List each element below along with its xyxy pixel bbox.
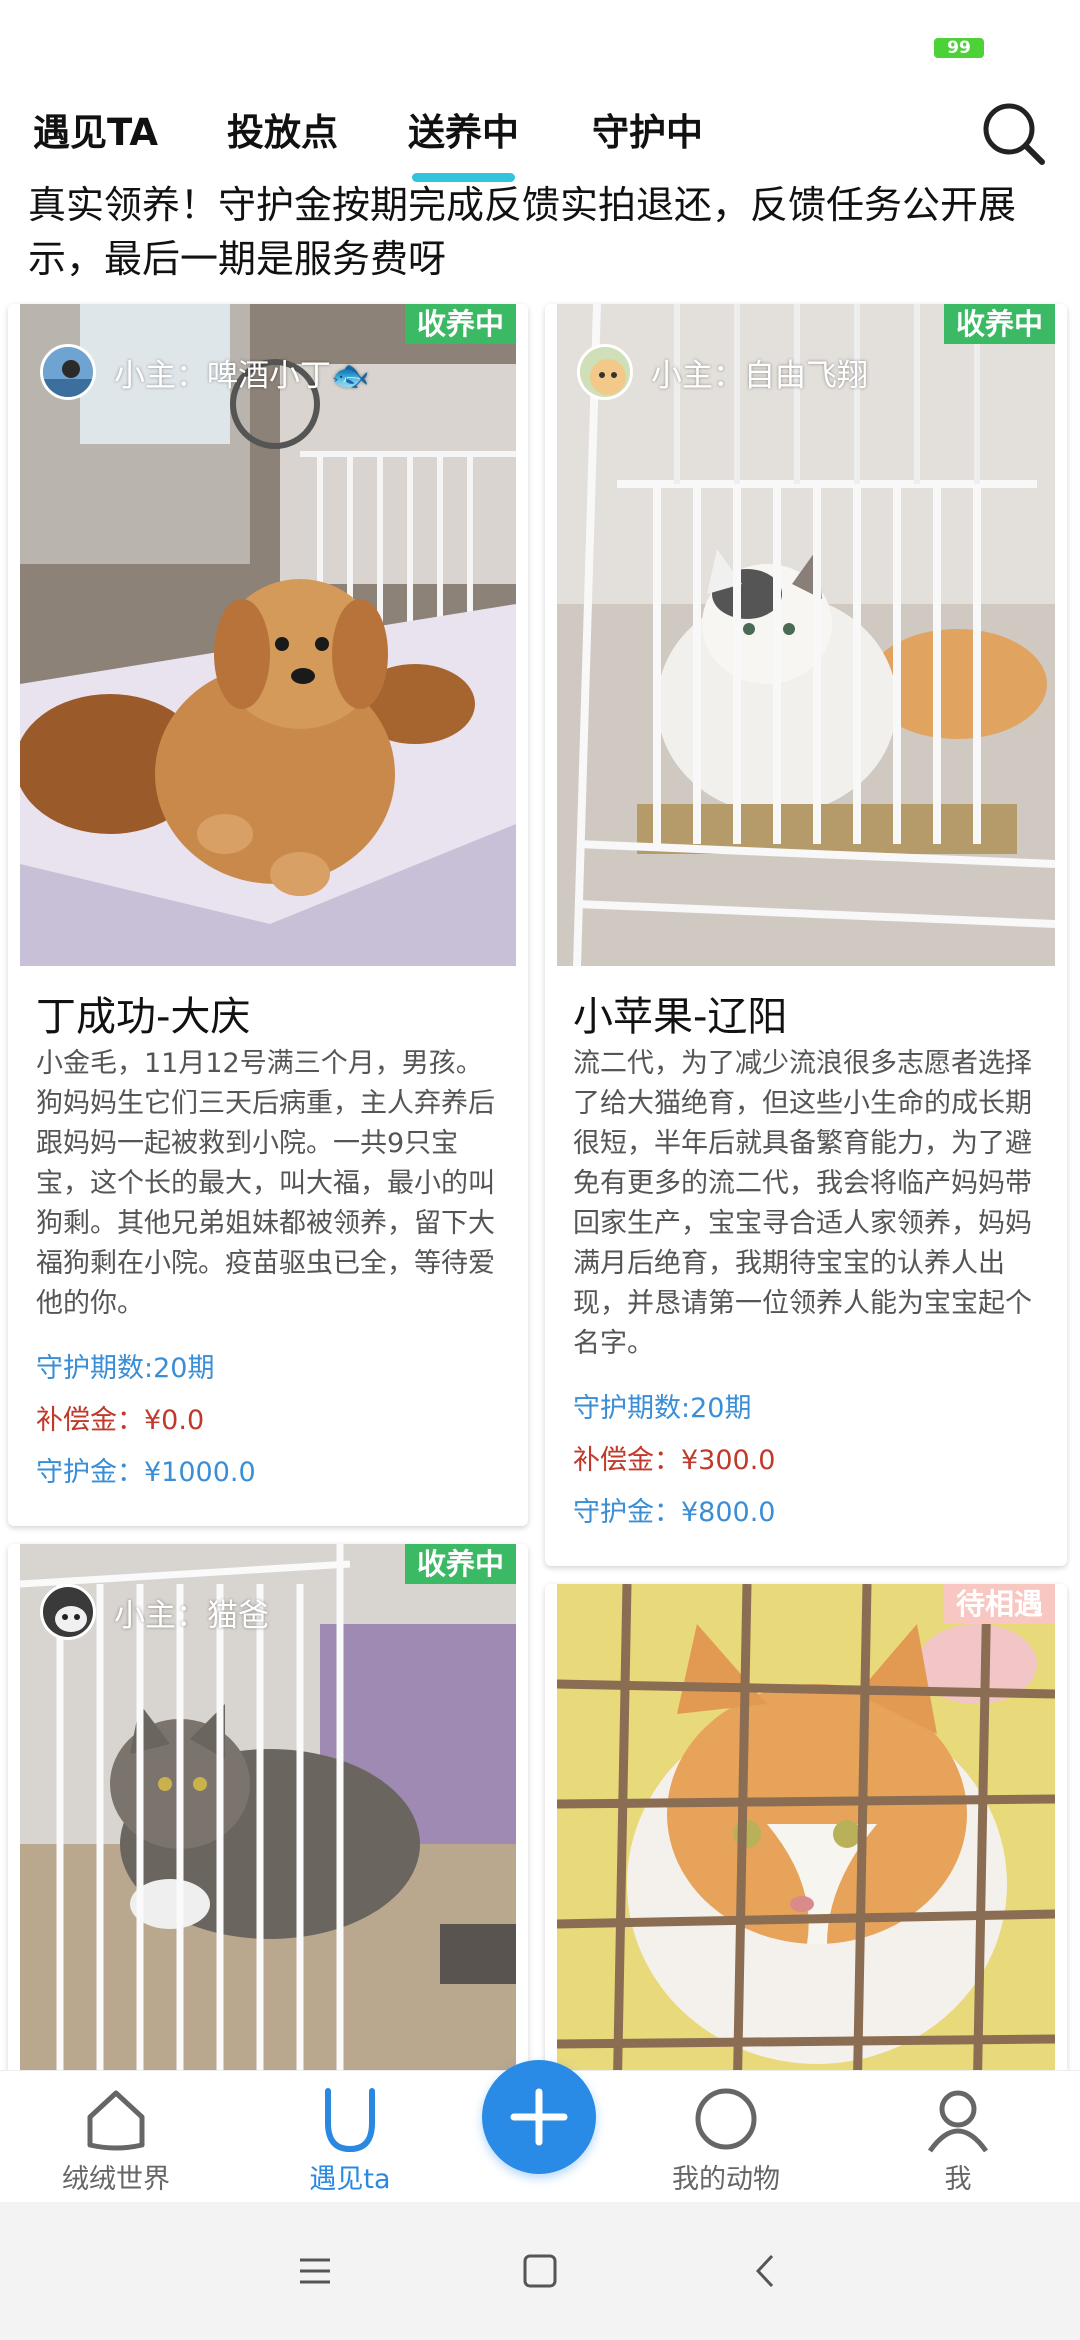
compensation: 补偿金：¥300.0 [573, 1445, 776, 1476]
guard-period: 守护期数:20期 [573, 1393, 752, 1424]
nav-label: 绒绒世界 [62, 2164, 170, 2195]
guard-fee: 守护金：¥1000.0 [36, 1457, 256, 1488]
status-badge: 待相遇 [943, 1584, 1055, 1624]
cat-cage-photo-illustration [557, 304, 1055, 966]
tab-drop-points[interactable]: 投放点 [227, 98, 338, 178]
guard-period: 守护期数:20期 [36, 1353, 215, 1384]
nav-label: 我 [944, 2164, 972, 2195]
puppy-photo-illustration [20, 304, 516, 966]
status-badge: 收养中 [943, 304, 1055, 344]
avatar[interactable] [577, 344, 633, 400]
pet-name: 小苹果-辽阳 [573, 994, 788, 1040]
person-icon [927, 2090, 989, 2153]
search-icon [983, 103, 1045, 165]
circle-icon [695, 2088, 757, 2150]
search-button[interactable] [978, 98, 1050, 170]
status-bar: 99 [0, 0, 1080, 80]
owner-name: 小主：啤酒小丁🐟 [114, 357, 370, 394]
pet-card[interactable]: 收养中 小主：猫爸 [8, 1544, 528, 2104]
avatar[interactable] [40, 1584, 96, 1640]
tab-rehoming[interactable]: 送养中 [408, 98, 519, 182]
plus-icon [510, 2088, 568, 2146]
pet-card[interactable]: 收养中 小主：自由飞翔 小苹果-辽阳 流二代，为了减少流浪很多志愿者选择了给大猫… [545, 304, 1067, 1566]
nav-item-my-animals[interactable]: 我的动物 [626, 2071, 826, 2203]
owner-info[interactable]: 小主：啤酒小丁🐟 [40, 344, 370, 400]
pet-photo[interactable]: 收养中 小主：自由飞翔 [557, 304, 1055, 966]
compensation: 补偿金：¥0.0 [36, 1405, 205, 1436]
pet-description: 小金毛，11月12号满三个月，男孩。狗妈妈生它们三天后病重，主人弃养后跟妈妈一起… [36, 1048, 495, 1319]
orange-cat-photo-illustration [557, 1584, 1055, 2104]
owner-info[interactable]: 小主：猫爸 [40, 1584, 269, 1640]
owner-name: 小主：猫爸 [114, 1597, 269, 1634]
home-square-icon[interactable] [515, 2246, 565, 2296]
menu-icon[interactable] [290, 2246, 340, 2296]
pet-photo[interactable]: 收养中 小主：啤酒小丁🐟 [20, 304, 516, 966]
pet-description: 流二代，为了减少流浪很多志愿者选择了给大猫绝育，但这些小生命的成长期很短，半年后… [573, 1048, 1032, 1359]
add-button[interactable] [482, 2060, 596, 2174]
pet-name: 丁成功-大庆 [36, 994, 251, 1040]
nav-label: 遇见ta [309, 2164, 391, 2195]
adoption-notice: 真实领养！守护金按期完成反馈实拍退还，反馈任务公开展示，最后一期是服务费呀 [28, 183, 1017, 281]
pet-photo[interactable]: 收养中 小主：猫爸 [20, 1544, 516, 2104]
pet-card[interactable]: 待相遇 [545, 1584, 1067, 2104]
pet-card[interactable]: 收养中 小主：啤酒小丁🐟 丁成功-大庆 小金毛，11月12号满三个月，男孩。狗妈… [8, 304, 528, 1526]
nav-label: 我的动物 [672, 2164, 780, 2195]
nav-item-world[interactable]: 绒绒世界 [16, 2071, 216, 2203]
tab-rehoming-label: 送养中 [408, 111, 519, 154]
top-tab-bar: 遇见TA 投放点 送养中 守护中 [0, 90, 1080, 190]
back-icon[interactable] [740, 2246, 790, 2296]
nav-item-me[interactable]: 我 [858, 2071, 1058, 2203]
owner-info[interactable]: 小主：自由飞翔 [577, 344, 868, 400]
status-badge: 收养中 [404, 1544, 516, 1584]
status-badge: 收养中 [404, 304, 516, 344]
avatar[interactable] [40, 344, 96, 400]
tab-guarding[interactable]: 守护中 [592, 98, 703, 178]
pet-photo[interactable]: 待相遇 [557, 1584, 1055, 2104]
tab-meet-ta[interactable]: 遇见TA [33, 98, 158, 178]
owner-name: 小主：自由飞翔 [651, 357, 868, 394]
system-nav-bar [0, 2202, 1080, 2340]
meet-icon [325, 2088, 375, 2153]
nav-item-meet[interactable]: 遇见ta [250, 2071, 450, 2203]
house-icon [87, 2090, 145, 2151]
guard-fee: 守护金：¥800.0 [573, 1497, 776, 1528]
battery-indicator: 99 [934, 38, 984, 58]
